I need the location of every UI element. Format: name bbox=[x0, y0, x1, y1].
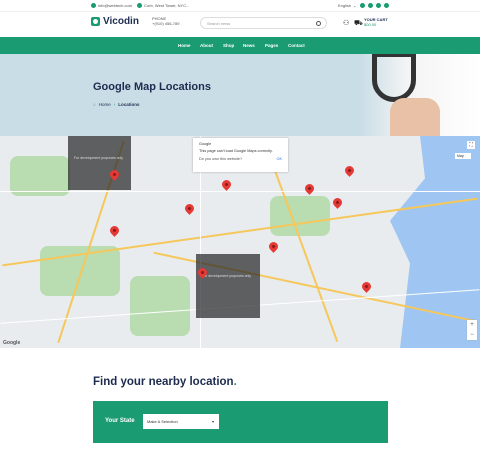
phone-number[interactable]: +(910) 456-789 bbox=[152, 21, 179, 26]
home-icon: ⌂ bbox=[93, 102, 96, 107]
email-text: info@webtech.com bbox=[98, 3, 133, 8]
breadcrumb: ⌂ Home › Locations bbox=[93, 102, 140, 107]
zoom-in-icon[interactable]: + bbox=[467, 320, 477, 330]
zoom-out-icon[interactable]: − bbox=[467, 330, 477, 340]
search-icon[interactable] bbox=[316, 21, 321, 26]
map-road bbox=[0, 191, 480, 192]
search-input[interactable]: Search news bbox=[200, 17, 327, 29]
map-park bbox=[10, 156, 70, 196]
nav-item-pages[interactable]: Pages bbox=[265, 43, 278, 48]
logo-text: Vicodin bbox=[103, 16, 139, 27]
dev-watermark-tile: For development purposes only bbox=[196, 254, 260, 318]
state-select[interactable]: Make A Selection ▾ bbox=[143, 414, 219, 429]
nav-item-shop[interactable]: Shop bbox=[223, 43, 234, 48]
map-type-label: Map bbox=[457, 154, 464, 158]
instagram-icon[interactable] bbox=[384, 3, 389, 8]
error-title: Google bbox=[199, 142, 212, 146]
chevron-down-icon: ▾ bbox=[211, 419, 214, 424]
heart-logo-icon bbox=[91, 17, 100, 26]
state-label: Your State bbox=[105, 418, 135, 424]
address-item: Corb, West Tower, NYC... bbox=[137, 3, 189, 8]
breadcrumb-current: Locations bbox=[118, 102, 140, 107]
breadcrumb-home[interactable]: Home bbox=[99, 102, 111, 107]
dev-watermark-text: For development purposes only bbox=[202, 274, 252, 278]
nav-item-contact[interactable]: Contact bbox=[288, 43, 305, 48]
logo[interactable]: Vicodin bbox=[91, 16, 139, 27]
zoom-control[interactable]: + − bbox=[467, 320, 477, 340]
topbar: info@webtech.com Corb, West Tower, NYC..… bbox=[0, 0, 480, 12]
location-icon bbox=[137, 3, 142, 8]
chevron-right-icon: › bbox=[113, 102, 116, 107]
doctor-hand-image bbox=[390, 98, 440, 136]
nav-item-home[interactable]: Home bbox=[178, 43, 191, 48]
map-error-dialog: Google This page can't load Google Maps … bbox=[193, 138, 288, 172]
state-select-value: Make A Selection bbox=[147, 419, 178, 424]
section-title: Find your nearby location. bbox=[93, 376, 237, 388]
cart-block[interactable]: YOUR CART $00.00 bbox=[364, 17, 388, 27]
map-pin[interactable] bbox=[303, 182, 316, 195]
facebook-icon[interactable] bbox=[360, 3, 365, 8]
map-pin[interactable] bbox=[183, 202, 196, 215]
nav-item-news[interactable]: News bbox=[243, 43, 255, 48]
page-hero bbox=[0, 54, 480, 136]
map-pin[interactable] bbox=[108, 224, 121, 237]
nav-item-about[interactable]: About bbox=[200, 43, 213, 48]
dev-watermark-tile: For development purposes only bbox=[68, 136, 131, 190]
main-nav: Home About Shop News Pages Contact bbox=[0, 37, 480, 54]
find-location-panel bbox=[93, 401, 388, 443]
cart-amount: $00.00 bbox=[364, 22, 377, 27]
twitter-icon[interactable] bbox=[368, 3, 373, 8]
search-placeholder: Search news bbox=[207, 21, 231, 26]
section-title-text: Find your nearby location bbox=[93, 376, 234, 388]
error-message: This page can't load Google Maps correct… bbox=[199, 149, 273, 153]
cart-icon[interactable]: ⛟ bbox=[354, 19, 363, 28]
mail-icon bbox=[91, 3, 96, 8]
section-title-dot: . bbox=[233, 376, 237, 388]
google-logo: Google bbox=[3, 340, 21, 346]
dev-watermark-text: For development purposes only bbox=[74, 156, 124, 160]
language-label: English bbox=[338, 3, 352, 8]
map-pin[interactable] bbox=[220, 178, 233, 191]
map-type-control[interactable]: Map bbox=[455, 153, 471, 159]
map-water bbox=[390, 136, 480, 348]
email-item[interactable]: info@webtech.com bbox=[91, 3, 132, 8]
error-ok-button[interactable]: OK bbox=[277, 157, 283, 161]
stethoscope-image bbox=[372, 54, 416, 102]
page-title: Google Map Locations bbox=[93, 81, 211, 93]
chevron-down-icon: ⌄ bbox=[353, 3, 357, 8]
map-pin[interactable] bbox=[360, 280, 373, 293]
error-footer: Do you own this website? OK bbox=[199, 157, 282, 161]
fullscreen-icon[interactable]: ⛶ bbox=[467, 141, 475, 149]
phone-block: PHONE +(910) 456-789 bbox=[152, 16, 179, 26]
map-pin[interactable] bbox=[267, 240, 280, 253]
map-park bbox=[270, 196, 330, 236]
user-icon[interactable]: ⚇ bbox=[343, 19, 349, 27]
error-question[interactable]: Do you own this website? bbox=[199, 157, 242, 161]
map-pin[interactable] bbox=[343, 164, 356, 177]
address-text: Corb, West Tower, NYC... bbox=[144, 3, 190, 8]
map-park bbox=[130, 276, 190, 336]
language-select[interactable]: English ⌄ bbox=[338, 3, 356, 8]
map-pin[interactable] bbox=[331, 196, 344, 209]
vimeo-icon[interactable] bbox=[376, 3, 381, 8]
